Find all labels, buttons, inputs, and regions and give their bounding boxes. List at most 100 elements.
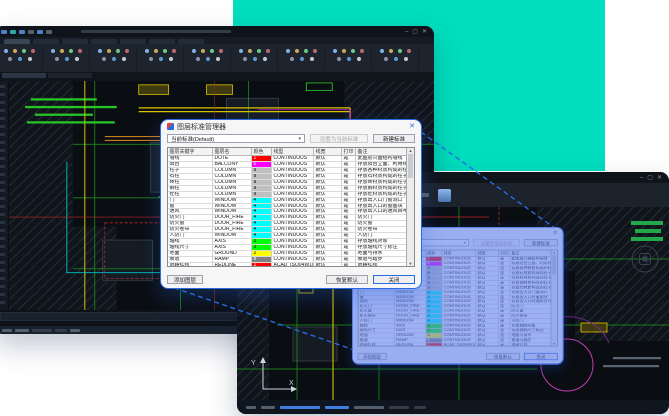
command-hint-text xyxy=(325,406,349,409)
set-current-standard-button[interactable]: 设置为当前标准 xyxy=(310,134,368,143)
ribbon-group[interactable] xyxy=(141,46,184,70)
column-header[interactable]: 颜色 xyxy=(252,148,272,156)
statusbar-item[interactable] xyxy=(414,406,426,409)
right-statusbar xyxy=(237,400,669,414)
ribbon-group[interactable] xyxy=(47,46,90,70)
qat-icon[interactable] xyxy=(19,30,25,34)
statusbar-item[interactable] xyxy=(389,406,409,409)
ribbon-group[interactable] xyxy=(94,46,137,70)
minimize-button[interactable]: – xyxy=(405,29,408,35)
color-swatch: 1 xyxy=(252,263,272,267)
cell: 道路红线 xyxy=(358,343,394,346)
scroll-up-icon[interactable]: ▲ xyxy=(553,250,556,254)
scrollbar-thumb[interactable] xyxy=(408,154,413,178)
ribbon-group[interactable] xyxy=(235,46,278,70)
cell: 是 xyxy=(499,343,510,346)
cell: ACAD_ISO04W100 xyxy=(442,343,476,346)
document-tabs xyxy=(0,72,434,81)
table-scrollbar[interactable]: ▲ ▼ xyxy=(551,250,557,345)
ucs-y-label: Y xyxy=(251,360,256,367)
table-row[interactable]: 道路红线REDLINE1ACAD_ISO04W100默认是道路红线 xyxy=(168,263,407,267)
current-standard-dropdown[interactable]: 当前标准(Default) ▾ xyxy=(167,134,305,143)
ucs-x-label: X xyxy=(289,380,294,387)
statusbar-item[interactable] xyxy=(354,406,384,409)
qat-icon[interactable] xyxy=(46,30,52,34)
new-standard-button[interactable]: 新建标准 xyxy=(373,134,415,143)
ribbon-group[interactable] xyxy=(329,46,372,70)
add-layer-button[interactable]: 添加图层 xyxy=(358,353,387,360)
column-header[interactable]: 备注 xyxy=(356,148,407,156)
scroll-down-icon[interactable]: ▼ xyxy=(409,261,413,266)
app-icon xyxy=(1,30,7,34)
table-scrollbar[interactable]: ▲ ▼ xyxy=(406,148,414,266)
ribbon-group[interactable] xyxy=(188,46,231,70)
tool-palette[interactable] xyxy=(0,81,9,310)
qat-icon[interactable] xyxy=(10,30,16,34)
layer-standard-manager-dialog: 图层标准管理器 ✕ 当前标准(Default) ▾ 设置为当前标准 新建标准 图… xyxy=(160,119,422,289)
scrollbar-thumb[interactable] xyxy=(552,255,556,274)
left-titlebar: – ▢ ✕ xyxy=(0,26,434,37)
close-window-button[interactable]: ✕ xyxy=(422,29,427,35)
command-hint-text xyxy=(280,406,320,409)
column-header[interactable]: 线型 xyxy=(272,148,314,156)
minimize-button[interactable]: – xyxy=(640,175,643,181)
cell: 默认 xyxy=(476,343,499,346)
current-standard-value: 当前标准(Default) xyxy=(171,135,214,143)
statusbar-item[interactable] xyxy=(15,329,29,332)
qat-icon[interactable] xyxy=(28,30,34,34)
scroll-up-icon[interactable]: ▲ xyxy=(409,148,413,153)
statusbar-item[interactable] xyxy=(70,329,80,332)
cell: 默认 xyxy=(314,263,342,267)
new-standard-button[interactable]: 新建标准 xyxy=(524,239,558,246)
close-button[interactable]: 关闭 xyxy=(373,275,415,284)
cell: 是 xyxy=(342,263,356,267)
close-icon[interactable]: ✕ xyxy=(553,230,558,236)
qat-icon[interactable] xyxy=(37,30,43,34)
statusbar-item[interactable] xyxy=(261,406,275,409)
layer-manager-dialog-main: 图层标准管理器 ✕ 当前标准(Default) ▾ 设置为当前标准 新建标准 图… xyxy=(160,119,422,289)
table-row[interactable]: 道路红线REDLINE1ACAD_ISO04W100默认是道路红线 xyxy=(358,343,551,346)
ribbon-toolbar xyxy=(0,44,434,72)
cell: 道路红线 xyxy=(168,263,213,267)
statusbar-item[interactable] xyxy=(32,329,52,332)
ribbon-group[interactable] xyxy=(282,46,325,70)
maximize-button[interactable]: ▢ xyxy=(647,175,653,181)
dialog-controls: 当前标准(Default) ▾ 设置为当前标准 新建标准 xyxy=(161,133,421,144)
column-header[interactable]: 图层名 xyxy=(213,148,252,156)
column-header[interactable]: 打印 xyxy=(342,148,356,156)
document-tab[interactable] xyxy=(48,73,92,78)
ribbon-tabs xyxy=(0,37,434,44)
ribbon-group[interactable] xyxy=(0,46,43,70)
cell: REDLINE xyxy=(213,263,252,267)
restore-default-button[interactable]: 恢复默认 xyxy=(486,353,520,360)
scroll-down-icon[interactable]: ▼ xyxy=(553,342,556,346)
window-title-text xyxy=(81,30,231,33)
chevron-down-icon: ▾ xyxy=(298,136,301,142)
color-swatch: 1 xyxy=(426,343,442,346)
add-layer-button[interactable]: 添加图层 xyxy=(167,275,203,284)
toolbar-icon[interactable] xyxy=(438,189,451,202)
column-header[interactable]: 图层关键字 xyxy=(168,148,213,156)
close-icon[interactable]: ✕ xyxy=(409,123,415,130)
maximize-button[interactable]: ▢ xyxy=(412,29,418,35)
column-header[interactable]: 线宽 xyxy=(314,148,342,156)
set-current-standard-button[interactable]: 设置为当前标准 xyxy=(473,239,520,246)
close-window-button[interactable]: ✕ xyxy=(657,175,662,181)
cell: REDLINE xyxy=(395,343,426,346)
restore-default-button[interactable]: 恢复默认 xyxy=(326,275,368,284)
layer-table-body: 墙线DOTE1CONTINUOUS默认是此图层只画结构墙线阳台BALCONY6C… xyxy=(168,156,407,267)
layer-table-head: 图层关键字图层名颜色线型线宽打印备注 xyxy=(168,148,407,156)
ribbon-group[interactable] xyxy=(376,46,419,70)
statusbar-item[interactable] xyxy=(246,406,256,409)
chevron-down-icon: ▾ xyxy=(464,240,466,245)
cell: 道路红线 xyxy=(510,343,551,346)
statusbar-item[interactable] xyxy=(55,329,67,332)
close-button[interactable]: 关闭 xyxy=(524,353,558,360)
dialog-footer: 添加图层 恢复默认 关闭 xyxy=(161,275,421,288)
document-tab[interactable] xyxy=(2,73,46,78)
cell: 道路红线 xyxy=(356,263,407,267)
statusbar-item[interactable] xyxy=(2,329,12,332)
dialog-titlebar: 图层标准管理器 ✕ xyxy=(161,120,421,133)
layer-manager-icon xyxy=(167,123,174,130)
page: – ▢ ✕ xyxy=(0,0,669,416)
